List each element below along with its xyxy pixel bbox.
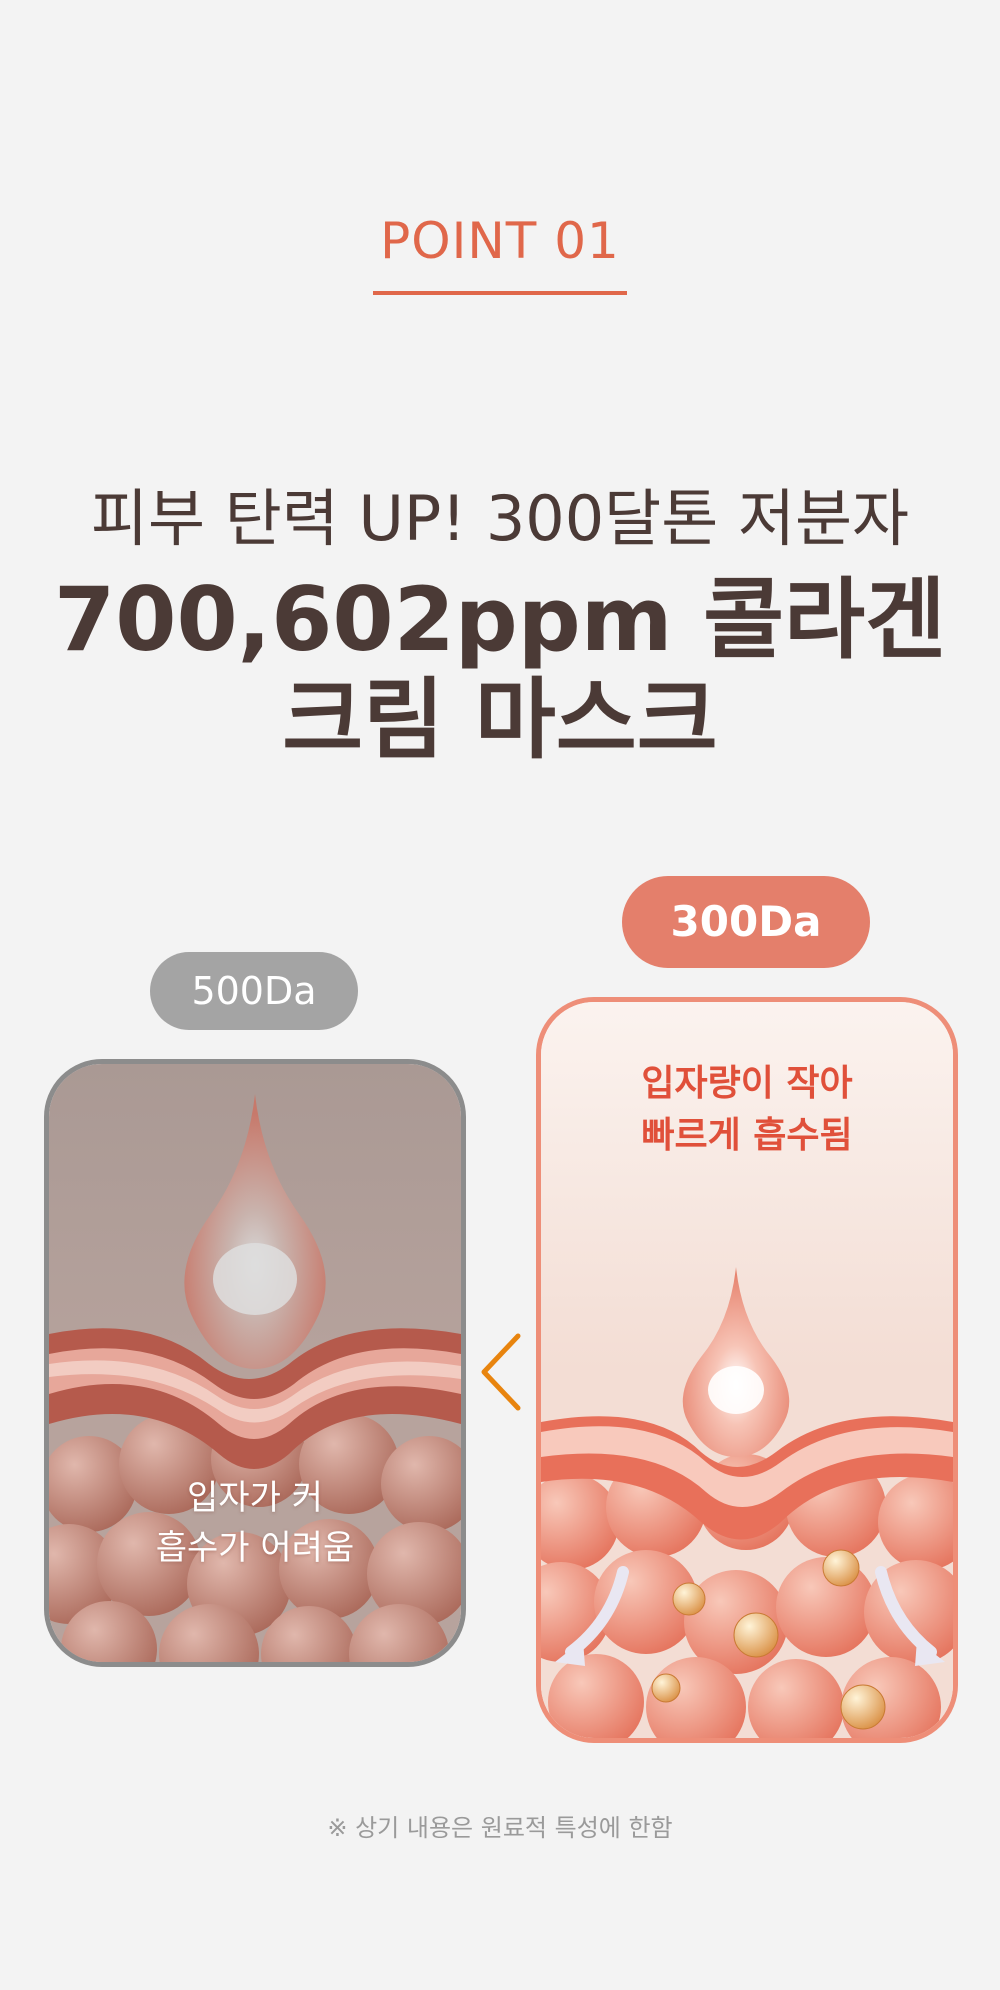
card-500da <box>44 1059 466 1667</box>
title-line-2: 크림 마스크 <box>282 668 718 771</box>
headline-subtitle: 피부 탄력 UP! 300달톤 저분자 <box>90 482 910 555</box>
chevron-left-icon <box>481 1333 521 1411</box>
caption-500da-line-2: 흡수가 어려움 <box>155 1528 355 1568</box>
badge-500da: 500Da <box>150 952 358 1030</box>
caption-500da: 입자가 커 흡수가 어려움 <box>44 1473 466 1573</box>
badge-300da: 300Da <box>622 876 870 968</box>
title-line-1: 700,602ppm 콜라겐 <box>53 568 946 671</box>
caption-300da-line-1: 입자량이 작아 <box>641 1063 853 1104</box>
point-label: POINT 01 <box>380 212 620 270</box>
footnote: ※ 상기 내용은 원료적 특성에 한함 <box>327 1814 673 1842</box>
point-underline <box>373 291 627 295</box>
caption-500da-line-1: 입자가 커 <box>187 1478 323 1518</box>
caption-300da-line-2: 빠르게 흡수됨 <box>641 1115 853 1156</box>
headline-title: 700,602ppm 콜라겐 크림 마스크 <box>0 570 1000 770</box>
caption-300da: 입자량이 작아 빠르게 흡수됨 <box>536 1058 958 1162</box>
